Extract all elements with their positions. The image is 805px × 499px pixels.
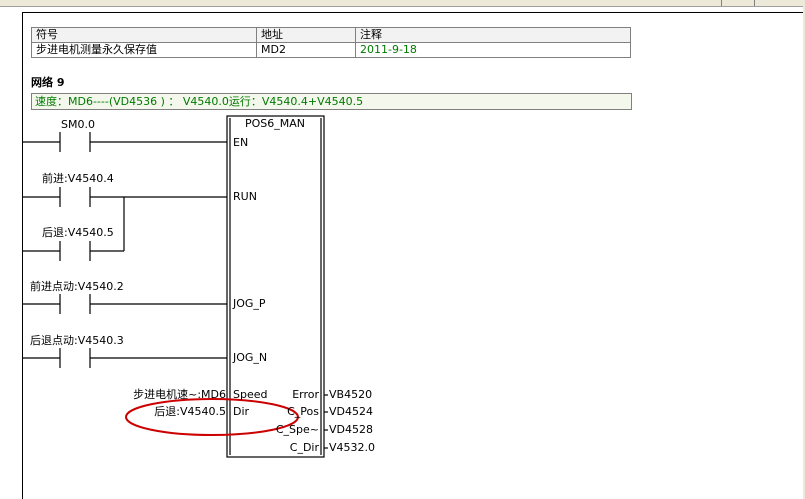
- contact-label-jog-backward[interactable]: 后退点动:V4540.3: [30, 335, 124, 347]
- operand-speed[interactable]: 步进电机速~:MD6: [110, 389, 226, 401]
- ladder-diagram: [23, 115, 328, 458]
- block-title: POS6_MAN: [245, 117, 306, 130]
- operand-c-pos[interactable]: VD4524: [329, 406, 373, 418]
- contact-label-forward[interactable]: 前进:V4540.4: [42, 173, 114, 185]
- contact-label-sm0[interactable]: SM0.0: [61, 119, 95, 131]
- pin-jog-p: JOG_P: [233, 297, 266, 310]
- operand-c-dir[interactable]: V4532.0: [329, 442, 375, 454]
- pin-en: EN: [233, 136, 249, 149]
- operand-c-spe[interactable]: VD4528: [329, 424, 373, 436]
- operand-error[interactable]: VB4520: [329, 389, 372, 401]
- pin-error: Error: [292, 388, 319, 401]
- operand-dir[interactable]: 后退:V4540.5: [110, 406, 226, 418]
- pin-c-dir: C_Dir: [289, 441, 319, 454]
- contact-label-backward[interactable]: 后退:V4540.5: [42, 227, 114, 239]
- pin-c-pos: C_Pos: [287, 405, 319, 418]
- contact-label-jog-forward[interactable]: 前进点动:V4540.2: [30, 281, 124, 293]
- pin-run: RUN: [233, 190, 257, 203]
- pin-c-spe: C_Spe~: [275, 423, 319, 436]
- pin-dir: Dir: [233, 405, 250, 418]
- pin-jog-n: JOG_N: [233, 351, 268, 364]
